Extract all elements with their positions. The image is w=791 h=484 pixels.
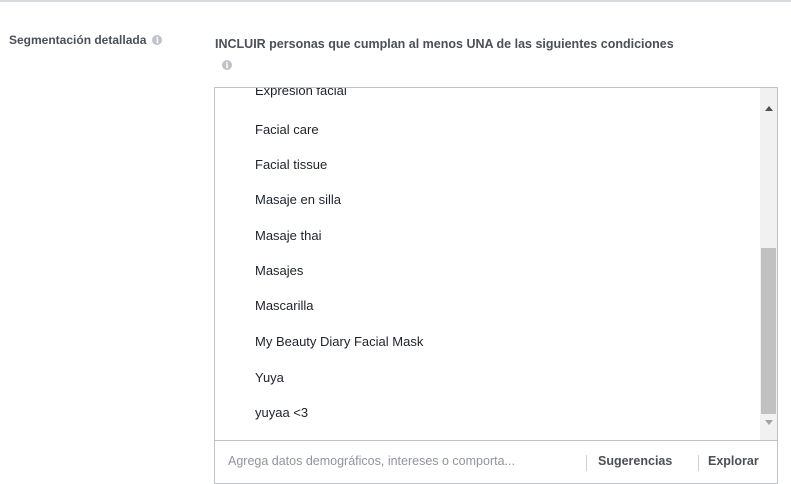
list-item[interactable]: Masaje en silla: [255, 192, 341, 207]
list-item[interactable]: Mascarilla: [255, 298, 314, 313]
info-icon[interactable]: i: [152, 35, 163, 45]
top-divider: [0, 0, 791, 2]
include-heading: INCLUIR personas que cumplan al menos UN…: [215, 37, 674, 51]
divider: [586, 455, 587, 471]
scrollbar-thumb[interactable]: [761, 248, 776, 414]
detailed-targeting-label-group: Segmentación detallada i: [9, 33, 163, 47]
scroll-down-arrow-icon[interactable]: [760, 414, 777, 431]
explore-button[interactable]: Explorar: [708, 454, 759, 468]
divider: [698, 455, 699, 471]
suggestions-button[interactable]: Sugerencias: [598, 454, 672, 468]
targeting-list[interactable]: Expresión facial Facial care Facial tiss…: [214, 87, 778, 440]
list-item[interactable]: Masajes: [255, 263, 303, 278]
list-item[interactable]: Facial care: [255, 122, 319, 137]
list-item-partial[interactable]: Expresión facial: [255, 88, 347, 98]
include-info-icon[interactable]: i: [222, 60, 232, 70]
list-scrollbar[interactable]: [760, 88, 777, 440]
targeting-search-bar: Sugerencias Explorar: [214, 440, 778, 484]
list-item[interactable]: Facial tissue: [255, 157, 327, 172]
list-item[interactable]: Yuya: [255, 370, 284, 385]
detailed-targeting-label: Segmentación detallada: [9, 33, 147, 47]
list-item[interactable]: yuyaa <3: [255, 405, 308, 420]
list-item[interactable]: Masaje thai: [255, 228, 321, 243]
scroll-up-arrow-icon[interactable]: [760, 100, 777, 117]
targeting-search-input[interactable]: [228, 454, 578, 468]
list-item[interactable]: My Beauty Diary Facial Mask: [255, 334, 423, 349]
